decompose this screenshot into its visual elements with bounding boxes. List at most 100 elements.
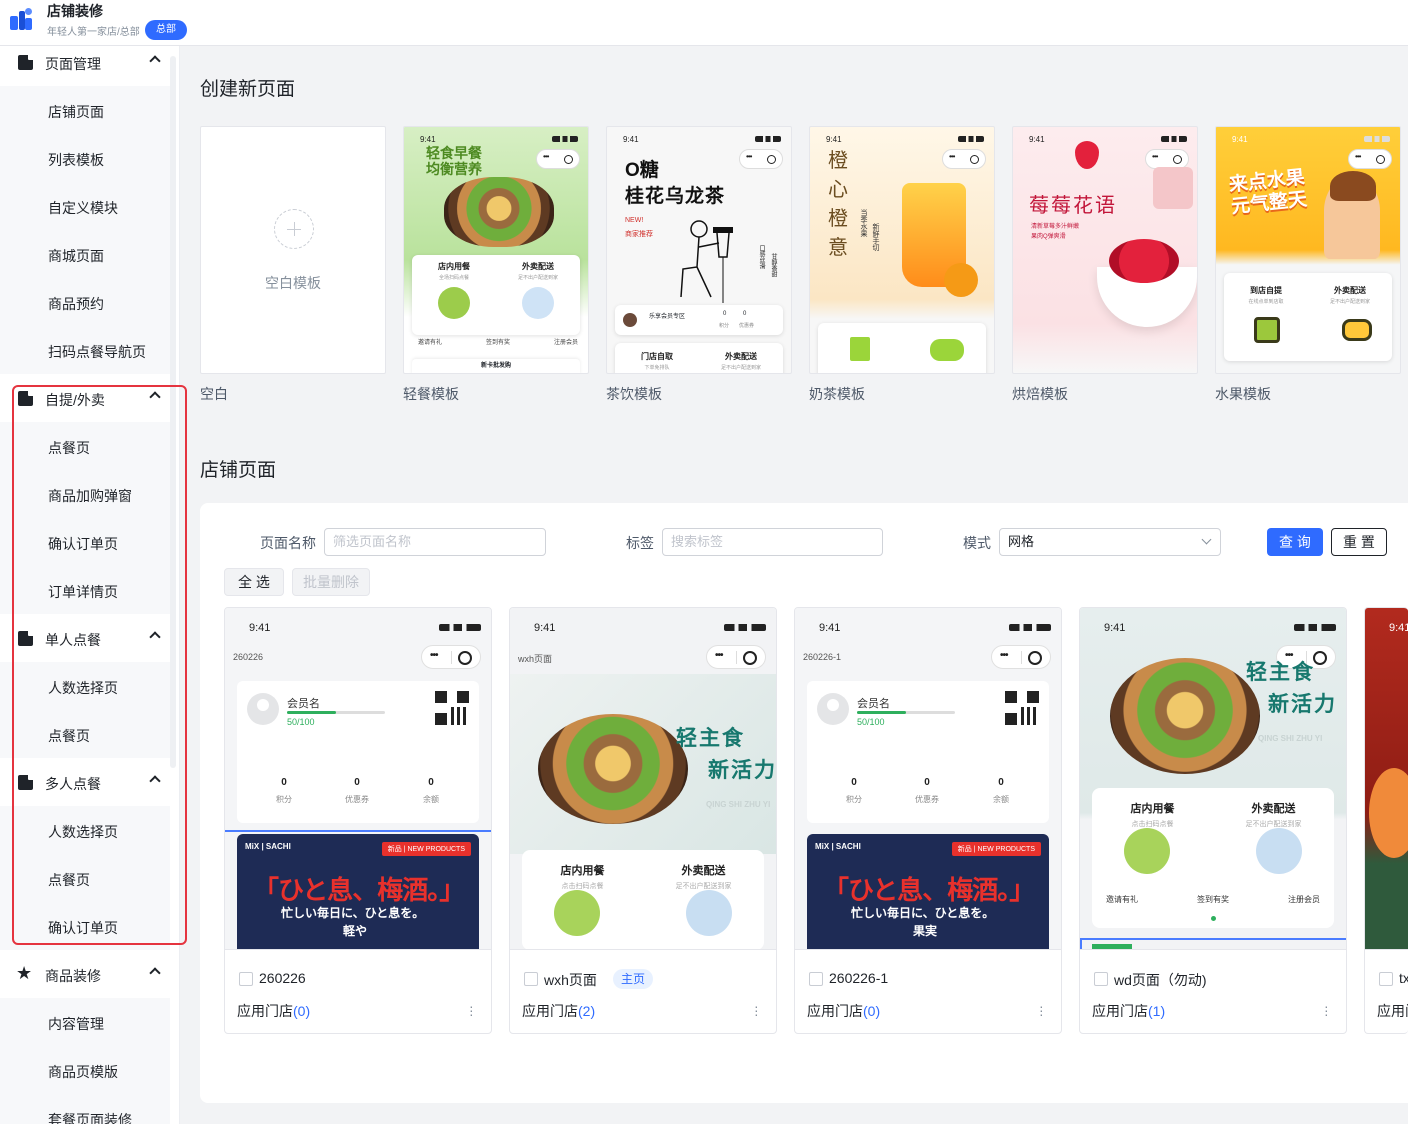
applied-stores: 应用门店(1) <box>1092 1003 1166 1019</box>
page-card[interactable]: 9:41 260226-1 会员名 50/100 0积分 0优惠券 0余额 Mi… <box>794 607 1062 1034</box>
template-milk-tea[interactable]: 9:41 橙 心 橙 意 当季水果 新鲜手切 <box>809 126 995 374</box>
applied-stores: 应用门店(0) <box>237 1003 311 1019</box>
cup-icon <box>850 337 870 361</box>
sidebar-group-page-management[interactable]: 页面管理 <box>0 46 170 86</box>
page-card-title: tx <box>1399 970 1408 986</box>
star-icon: ★ <box>16 963 33 983</box>
select-checkbox[interactable] <box>239 972 253 986</box>
template-label: 空白 <box>200 386 228 402</box>
strawberry-image <box>1109 239 1179 283</box>
avatar <box>247 693 279 725</box>
mini-capsule-icon <box>706 645 766 669</box>
template-light-meal[interactable]: 9:41 轻食早餐 均衡营养 店内用餐全场扫码点餐 外卖配送足不出户配送到家 邀… <box>403 126 589 374</box>
sidebar-item-mall-page[interactable]: 商城页面 <box>0 230 170 278</box>
page-card-title: wxh页面 <box>544 972 597 988</box>
sidebar-item-content-management[interactable]: 内容管理 <box>0 998 170 1046</box>
page-card[interactable]: 9:41 轻主食 新活力 QING SHI ZHU YI 店内用餐点击扫码点餐 … <box>1079 607 1347 1034</box>
plus-icon <box>274 209 314 249</box>
promo-banner: MiX | SACHI 新品 | NEW PRODUCTS 「ひと息、梅酒。」 … <box>807 834 1049 949</box>
gift-link: 邀请有礼 <box>1106 895 1138 904</box>
select-checkbox[interactable] <box>809 972 823 986</box>
points-progress <box>287 711 385 714</box>
sidebar-item-scan-nav[interactable]: 扫码点餐导航页 <box>0 326 170 374</box>
more-icon[interactable]: · · · <box>469 999 474 1021</box>
tag-label: 标签 <box>626 535 654 551</box>
status-icons <box>755 136 781 142</box>
member-card: 会员名 50/100 0 积分 0 优惠券 0 余额 <box>237 681 479 823</box>
page-name-input[interactable]: 筛选页面名称 <box>324 528 546 556</box>
hq-badge[interactable]: 总部 <box>145 20 187 40</box>
page-card[interactable]: 9:41 260226 会员名 50/100 0积分 0优惠券 0余额 MiX … <box>224 607 492 1034</box>
applied-stores: 应用门 <box>1377 1003 1408 1019</box>
mini-capsule-icon <box>1145 149 1189 169</box>
mini-capsule-icon <box>942 149 986 169</box>
sidebar-item-list-template[interactable]: 列表模板 <box>0 134 170 182</box>
select-checkbox[interactable] <box>524 972 538 986</box>
illustration-person <box>680 220 733 303</box>
applied-stores: 应用门店(2) <box>522 1003 596 1019</box>
select-checkbox[interactable] <box>1379 972 1393 986</box>
query-button[interactable]: 查 询 <box>1267 528 1323 556</box>
page-preview: 9:41 <box>1365 608 1408 950</box>
select-checkbox[interactable] <box>1094 972 1108 986</box>
store-path: 年轻人第一家店/总部 <box>47 27 140 38</box>
more-icon[interactable]: · · · <box>754 999 759 1021</box>
avatar <box>623 313 637 327</box>
sidebar-item-product-template[interactable]: 商品页模版 <box>0 1046 170 1094</box>
template-label: 奶茶模板 <box>809 386 865 402</box>
checkin-link: 签到有奖 <box>1197 895 1229 904</box>
qr-code-icon <box>1005 691 1039 725</box>
status-icons <box>552 136 578 142</box>
batch-delete-button[interactable]: 批量删除 <box>292 568 370 596</box>
template-label: 茶饮模板 <box>606 386 662 402</box>
delivery-icon <box>686 890 732 936</box>
status-icons <box>724 624 766 631</box>
page-name-label: 页面名称 <box>260 535 316 551</box>
mini-capsule-icon <box>536 149 580 169</box>
scooter-icon <box>930 339 964 361</box>
sidebar-item-reservation[interactable]: 商品预约 <box>0 278 170 326</box>
template-fruit[interactable]: 9:41 来点水果 元气整天 到店自提在线点单到店取 外卖配送足不出户配送到家 <box>1215 126 1401 374</box>
mini-capsule-icon <box>739 149 783 169</box>
sidebar-item-custom-module[interactable]: 自定义模块 <box>0 182 170 230</box>
page-card-title: 260226-1 <box>829 970 889 986</box>
page-preview: 9:41 轻主食 新活力 QING SHI ZHU YI 店内用餐点击扫码点餐 … <box>1080 608 1346 950</box>
template-label: 水果模板 <box>1215 386 1271 402</box>
service-entry: 店内用餐 点击扫码点餐 外卖配送 足不出户配送到家 <box>522 850 764 949</box>
store-count-link[interactable]: (1) <box>1148 1003 1165 1019</box>
store-count-link[interactable]: (2) <box>578 1003 595 1019</box>
template-bakery[interactable]: 9:41 莓莓花语 清新草莓多汁鲜嫩 果肉Q弹爽滑 <box>1012 126 1198 374</box>
sidebar-group-product-decoration[interactable]: ★ 商品装修 <box>0 954 170 998</box>
sidebar-item-combo-decoration[interactable]: 套餐页面装修 <box>0 1094 170 1124</box>
template-blank[interactable]: 空白模板 <box>200 126 386 374</box>
status-icons <box>1161 136 1187 142</box>
more-icon[interactable]: · · · <box>1039 999 1044 1021</box>
status-icons <box>1364 136 1390 142</box>
status-icons <box>958 136 984 142</box>
blank-template-text: 空白模板 <box>265 275 321 291</box>
home-page-tag: 主页 <box>613 969 654 989</box>
status-icons <box>1009 624 1051 631</box>
store-count-link[interactable]: (0) <box>293 1003 310 1019</box>
chevron-down-icon <box>1201 534 1212 545</box>
page-card[interactable]: 9:41 wxh页面 轻主食 新活力 QING SHI ZHU YI 店内用餐点… <box>509 607 777 1034</box>
highlight-box <box>12 385 187 945</box>
points-progress <box>857 711 955 714</box>
page-card[interactable]: 9:41 tx 应用门 <box>1364 607 1408 1034</box>
select-all-button[interactable]: 全 选 <box>224 568 284 596</box>
template-tea[interactable]: 9:41 O糖 桂花乌龙茶 NEW! 商家推荐 口感丝滑 甘醇香甜 乐享会员专区… <box>606 126 792 374</box>
more-icon[interactable]: · · · <box>1324 999 1329 1021</box>
sidebar-item-store-page[interactable]: 店铺页面 <box>0 86 170 134</box>
page-preview: 9:41 260226-1 会员名 50/100 0积分 0优惠券 0余额 Mi… <box>795 608 1061 950</box>
create-section-title: 创建新页面 <box>200 79 296 100</box>
delivery-icon <box>1256 828 1302 874</box>
tag-search-input[interactable]: 搜索标签 <box>662 528 883 556</box>
reset-button[interactable]: 重 置 <box>1331 528 1387 556</box>
dine-in-icon <box>438 287 470 319</box>
service-entry: 店内用餐 点击扫码点餐 外卖配送 足不出户配送到家 邀请有礼 签到有奖 注册会员 <box>1092 788 1334 928</box>
mode-select[interactable]: 网格 <box>999 528 1221 556</box>
delivery-icon <box>522 287 554 319</box>
store-count-link[interactable]: (0) <box>863 1003 880 1019</box>
scooter-icon <box>1342 319 1372 341</box>
template-label: 烘焙模板 <box>1012 386 1068 402</box>
